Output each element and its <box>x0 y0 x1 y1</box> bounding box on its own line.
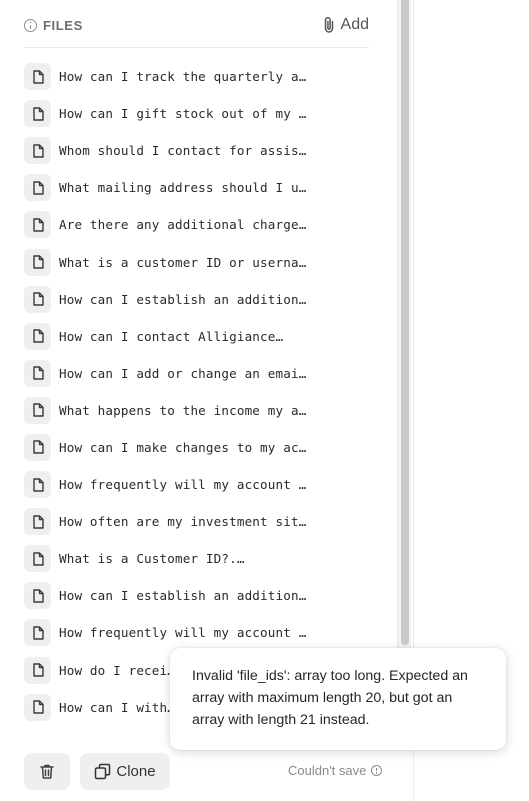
copy-icon <box>95 763 111 780</box>
error-tooltip: Invalid 'file_ids': array too long. Expe… <box>170 648 506 750</box>
file-list-item[interactable]: How can I establish an addition… <box>24 577 374 614</box>
file-list-item[interactable]: How frequently will my account … <box>24 466 374 503</box>
file-name: How can I establish an addition… <box>59 291 307 307</box>
error-tooltip-message: Invalid 'file_ids': array too long. Expe… <box>192 668 468 728</box>
file-list-item[interactable]: What mailing address should I u… <box>24 169 374 206</box>
file-list-item[interactable]: How often are my investment sit… <box>24 503 374 540</box>
file-icon <box>24 656 51 684</box>
file-list-item[interactable]: What is a Customer ID?.… <box>24 540 374 577</box>
add-label: Add <box>340 16 369 33</box>
file-name: What is a Customer ID?.… <box>59 551 245 567</box>
info-icon[interactable] <box>371 765 383 776</box>
file-name: How can I contact Alligiance… <box>59 328 284 344</box>
file-list-item[interactable]: How frequently will my account … <box>24 614 374 651</box>
paperclip-icon <box>324 16 333 33</box>
file-name: What happens to the income my a… <box>59 402 307 418</box>
file-list: How can I track the quarterly a… How can … <box>24 58 374 726</box>
save-status: Couldn't save <box>288 763 383 778</box>
file-icon <box>24 471 51 499</box>
file-name: What mailing address should I u… <box>59 180 307 196</box>
file-icon <box>24 359 51 387</box>
save-status-text: Couldn't save <box>288 763 367 778</box>
file-name: How can I add or change an emai… <box>59 365 307 381</box>
file-name: Whom should I contact for assis… <box>59 143 307 159</box>
file-icon <box>24 211 51 239</box>
clone-button[interactable]: Clone <box>80 753 170 790</box>
file-icon <box>24 137 51 165</box>
file-icon <box>24 174 51 202</box>
files-panel-view: FILES Add How can I track the quarterly … <box>0 0 529 801</box>
file-list-item[interactable]: How can I contact Alligiance… <box>24 318 374 355</box>
file-list-item[interactable]: Are there any additional charge… <box>24 206 374 243</box>
file-name: Are there any additional charge… <box>59 217 307 233</box>
file-icon <box>24 63 51 91</box>
file-list-item[interactable]: How can I gift stock out of my … <box>24 95 374 132</box>
trash-icon <box>40 764 54 779</box>
file-list-item[interactable]: Whom should I contact for assis… <box>24 132 374 169</box>
file-list-item[interactable]: What is a customer ID or userna… <box>24 243 374 280</box>
file-name: How frequently will my account … <box>59 625 307 641</box>
file-name: What is a customer ID or userna… <box>59 254 307 270</box>
file-list-item[interactable]: How can I track the quarterly a… <box>24 58 374 95</box>
scrollbar-thumb[interactable] <box>401 0 409 645</box>
file-icon <box>24 100 51 128</box>
file-name: How can I track the quarterly a… <box>59 69 307 85</box>
file-name: How can I with… <box>59 699 175 715</box>
file-icon <box>24 248 51 276</box>
file-name: How can I establish an addition… <box>59 588 307 604</box>
files-header: FILES Add <box>24 10 369 40</box>
file-list-item[interactable]: How can I make changes to my ac… <box>24 429 374 466</box>
file-icon <box>24 433 51 461</box>
file-icon <box>24 508 51 536</box>
file-list-item[interactable]: How can I add or change an emai… <box>24 355 374 392</box>
file-name: How do I recei… <box>59 662 175 678</box>
file-icon <box>24 322 51 350</box>
file-name: How can I gift stock out of my … <box>59 106 307 122</box>
file-name: How often are my investment sit… <box>59 514 307 530</box>
file-icon <box>24 396 51 424</box>
file-name: How can I make changes to my ac… <box>59 439 307 455</box>
info-icon[interactable] <box>24 18 37 32</box>
file-list-item[interactable]: How can I establish an addition… <box>24 281 374 318</box>
file-icon <box>24 693 51 721</box>
files-title: FILES <box>43 17 83 33</box>
file-icon <box>24 545 51 573</box>
files-header-left: FILES <box>24 18 83 33</box>
file-icon <box>24 619 51 647</box>
file-icon <box>24 582 51 610</box>
add-file-button[interactable]: Add <box>322 16 369 34</box>
clone-label: Clone <box>116 763 156 780</box>
file-list-item[interactable]: What happens to the income my a… <box>24 392 374 429</box>
file-name: How frequently will my account … <box>59 477 307 493</box>
header-divider <box>24 47 369 48</box>
delete-button[interactable] <box>24 753 70 790</box>
file-icon <box>24 285 51 313</box>
